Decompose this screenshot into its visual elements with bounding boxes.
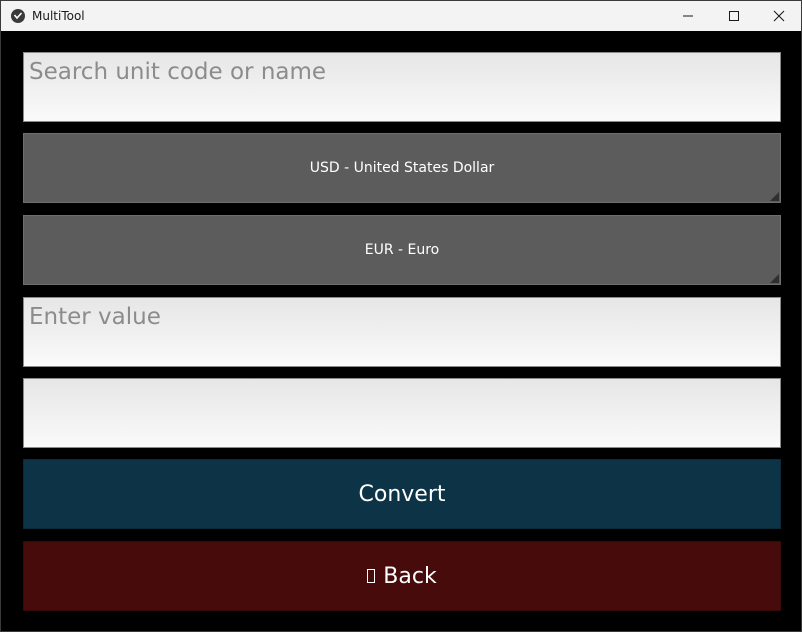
minimize-icon bbox=[683, 15, 693, 17]
maximize-icon bbox=[729, 11, 739, 21]
back-icon bbox=[367, 569, 376, 583]
value-input[interactable]: Enter value bbox=[23, 297, 781, 367]
back-button[interactable]: Back bbox=[23, 541, 781, 611]
dropdown-corner-icon bbox=[770, 192, 779, 201]
value-placeholder: Enter value bbox=[29, 304, 161, 330]
minimize-button[interactable] bbox=[665, 1, 711, 31]
window-title: MultiTool bbox=[32, 9, 85, 23]
close-button[interactable] bbox=[756, 1, 802, 31]
from-unit-dropdown[interactable]: USD - United States Dollar bbox=[23, 133, 781, 203]
close-icon bbox=[773, 10, 785, 22]
app-logo-icon bbox=[11, 9, 25, 23]
app-window: MultiTool Search unit code or name USD -… bbox=[0, 0, 802, 632]
dropdown-corner-icon bbox=[770, 274, 779, 283]
convert-label: Convert bbox=[358, 481, 446, 507]
result-field[interactable] bbox=[23, 378, 781, 448]
search-input[interactable]: Search unit code or name bbox=[23, 52, 781, 122]
maximize-button[interactable] bbox=[711, 1, 757, 31]
search-placeholder: Search unit code or name bbox=[29, 59, 327, 85]
from-unit-label: USD - United States Dollar bbox=[309, 160, 495, 176]
back-label: Back bbox=[383, 563, 437, 589]
convert-button[interactable]: Convert bbox=[23, 459, 781, 529]
to-unit-label: EUR - Euro bbox=[364, 242, 440, 258]
to-unit-dropdown[interactable]: EUR - Euro bbox=[23, 215, 781, 285]
title-bar[interactable]: MultiTool bbox=[1, 1, 801, 31]
